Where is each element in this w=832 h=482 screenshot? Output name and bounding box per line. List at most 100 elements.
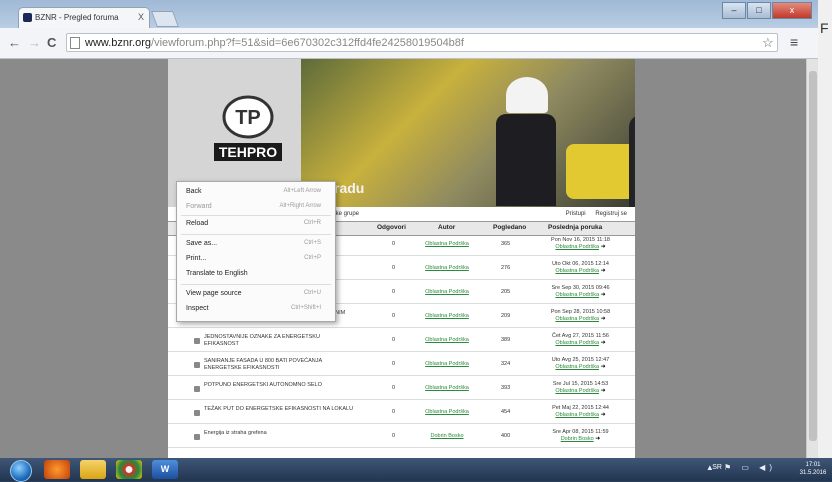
header-replies: Odgovori [377, 224, 406, 231]
favicon-icon [23, 13, 32, 22]
view-count: 365 [501, 241, 511, 247]
menu-separator [181, 215, 331, 216]
last-post-author-link[interactable]: Oblastna Podrška [555, 364, 599, 370]
right-edge-panel: F [818, 0, 832, 458]
last-post: Uto Okt 06, 2015 12:14 Oblastna Podrška ➜ [533, 261, 628, 275]
table-row[interactable]: JEDNOSTAVNIJE OZNAKE ZA ENERGETSKU EFIKA… [168, 331, 635, 352]
last-post-author-link[interactable]: Oblastna Podrška [555, 412, 599, 418]
topic-icon [194, 362, 200, 368]
table-row[interactable]: SANIRANJE FASADA U 800 BATI POVEĆANJA EN… [168, 355, 635, 376]
goto-last-post-icon[interactable]: ➜ [601, 412, 606, 418]
bookmark-star-icon[interactable]: ☆ [762, 35, 774, 51]
goto-last-post-icon[interactable]: ➜ [601, 316, 606, 322]
context-menu-item[interactable]: Inspect Ctrl+Shift+I [177, 303, 335, 316]
reply-count: 0 [392, 433, 396, 439]
context-menu-item[interactable]: Print... Ctrl+P [177, 253, 335, 266]
goto-last-post-icon[interactable]: ➜ [601, 244, 606, 250]
goto-last-post-icon[interactable]: ➜ [601, 292, 606, 298]
back-button[interactable]: ← [8, 35, 21, 50]
last-post-date: Sre Sep 30, 2015 09:46 [551, 285, 610, 291]
topic-author-link[interactable]: Oblastna Podrška [413, 313, 481, 319]
goto-last-post-icon[interactable]: ➜ [601, 388, 606, 394]
last-post-date: Pon Sep 28, 2015 10:58 [550, 309, 611, 315]
view-count: 324 [501, 361, 511, 367]
context-menu-item[interactable]: Back Alt+Left Arrow [177, 186, 335, 199]
goto-last-post-icon[interactable]: ➜ [595, 436, 600, 442]
topic-icon [194, 386, 200, 392]
last-post: Pon Nov 16, 2015 11:18 Oblastna Podrška ➜ [533, 237, 628, 251]
chrome-menu-icon[interactable]: ≡ [790, 34, 798, 50]
chrome-icon[interactable] [116, 460, 142, 479]
goto-last-post-icon[interactable]: ➜ [601, 364, 606, 370]
topic-author-link[interactable]: Oblastna Podrška [413, 241, 481, 247]
file-explorer-icon[interactable] [80, 460, 106, 479]
forward-button[interactable]: → [28, 35, 41, 50]
last-post-author-link[interactable]: Oblastna Podrška [555, 244, 599, 250]
tab-strip: BZNR - Pregled foruma X – □ x [0, 0, 818, 28]
context-menu-item[interactable]: Reload Ctrl+R [177, 218, 335, 231]
table-row[interactable]: TEŽAK PUT DO ENERGETSKE EFIKASNOSTI NA L… [168, 403, 635, 424]
browser-tab[interactable]: BZNR - Pregled foruma X [18, 7, 150, 28]
goto-last-post-icon[interactable]: ➜ [601, 268, 606, 274]
menu-item-shortcut: Ctrl+Shift+I [290, 305, 321, 311]
table-row[interactable]: Energija iz straha grefena 0 Dobrin Bosko 4… [168, 427, 635, 448]
context-menu-item[interactable]: View page source Ctrl+U [177, 288, 335, 301]
context-menu-item[interactable]: Forward Alt+Right Arrow [177, 201, 335, 214]
view-count: 389 [501, 337, 511, 343]
system-clock[interactable]: 17:01 31.5.2016 [796, 461, 830, 477]
topic-title[interactable]: SANIRANJE FASADA U 800 BATI POVEĆANJA EN… [204, 358, 354, 372]
address-bar[interactable]: www.bznr.org/viewforum.php?f=51&sid=6e67… [66, 33, 778, 52]
last-post-date: Pet Maj 22, 2015 12:44 [552, 405, 609, 411]
scrollbar-thumb[interactable] [809, 71, 817, 441]
topic-icon [194, 434, 200, 440]
topic-title[interactable]: TEŽAK PUT DO ENERGETSKE EFIKASNOSTI NA L… [204, 406, 354, 413]
goto-last-post-icon[interactable]: ➜ [601, 340, 606, 346]
reload-button[interactable]: C [47, 35, 56, 50]
topic-title[interactable]: Energija iz straha grefena [204, 430, 354, 437]
last-post-author-link[interactable]: Oblastna Podrška [555, 268, 599, 274]
tab-close-icon[interactable]: X [138, 12, 144, 22]
login-link[interactable]: Pristupi [566, 211, 586, 217]
context-menu-item[interactable]: Save as... Ctrl+S [177, 238, 335, 251]
menu-item-label: Save as... [186, 240, 218, 247]
header-last-post: Poslednja poruka [548, 224, 603, 231]
last-post-author-link[interactable]: Oblastna Podrška [555, 388, 599, 394]
maximize-button[interactable]: □ [747, 2, 771, 19]
register-link[interactable]: Registruj se [595, 211, 627, 217]
topic-title[interactable]: JEDNOSTAVNIJE OZNAKE ZA ENERGETSKU EFIKA… [204, 334, 354, 348]
menu-item-label: View page source [186, 290, 242, 297]
last-post-author-link[interactable]: Oblastna Podrška [555, 292, 599, 298]
topic-author-link[interactable]: Oblastna Podrška [413, 289, 481, 295]
url-path: /viewforum.php?f=51&sid=6e670302c312ffd4… [151, 37, 464, 49]
reply-count: 0 [392, 361, 396, 367]
browser-window: BZNR - Pregled foruma X – □ x ← → C www.… [0, 0, 819, 458]
topic-title[interactable]: POTPUNO ENERGETSKI AUTONOMNO SELO [204, 382, 354, 389]
last-post-author-link[interactable]: Dobrin Bosko [561, 436, 594, 442]
minimize-button[interactable]: – [722, 2, 746, 19]
banner-heading: radu [334, 180, 365, 196]
reply-count: 0 [392, 409, 396, 415]
last-post-author-link[interactable]: Oblastna Podrška [555, 316, 599, 322]
new-tab-button[interactable] [151, 11, 179, 27]
menu-item-label: Print... [186, 255, 207, 262]
topic-author-link[interactable]: Oblastna Podrška [413, 337, 481, 343]
reply-count: 0 [392, 241, 396, 247]
topic-author-link[interactable]: Dobrin Bosko [413, 433, 481, 439]
topic-author-link[interactable]: Oblastna Podrška [413, 385, 481, 391]
start-button[interactable] [10, 460, 32, 482]
last-post: Pon Sep 28, 2015 10:58 Oblastna Podrška ➜ [533, 309, 628, 323]
tray-icons[interactable]: ▲ ⚑ ▭ ◀) [706, 463, 776, 472]
menu-item-shortcut: Alt+Left Arrow [283, 188, 321, 194]
table-row[interactable]: POTPUNO ENERGETSKI AUTONOMNO SELO 0 Oblast… [168, 379, 635, 400]
topic-author-link[interactable]: Oblastna Podrška [413, 265, 481, 271]
last-post-date: Pon Nov 16, 2015 11:18 [551, 237, 610, 243]
last-post-author-link[interactable]: Oblastna Podrška [555, 340, 599, 346]
view-count: 400 [501, 433, 511, 439]
firefox-icon[interactable] [44, 460, 70, 479]
topic-author-link[interactable]: Oblastna Podrška [413, 361, 481, 367]
word-icon[interactable]: W [152, 460, 178, 479]
close-window-button[interactable]: x [772, 2, 812, 19]
clock-time: 17:01 [805, 462, 821, 468]
topic-author-link[interactable]: Oblastna Podrška [413, 409, 481, 415]
context-menu-item[interactable]: Translate to English [177, 268, 335, 281]
